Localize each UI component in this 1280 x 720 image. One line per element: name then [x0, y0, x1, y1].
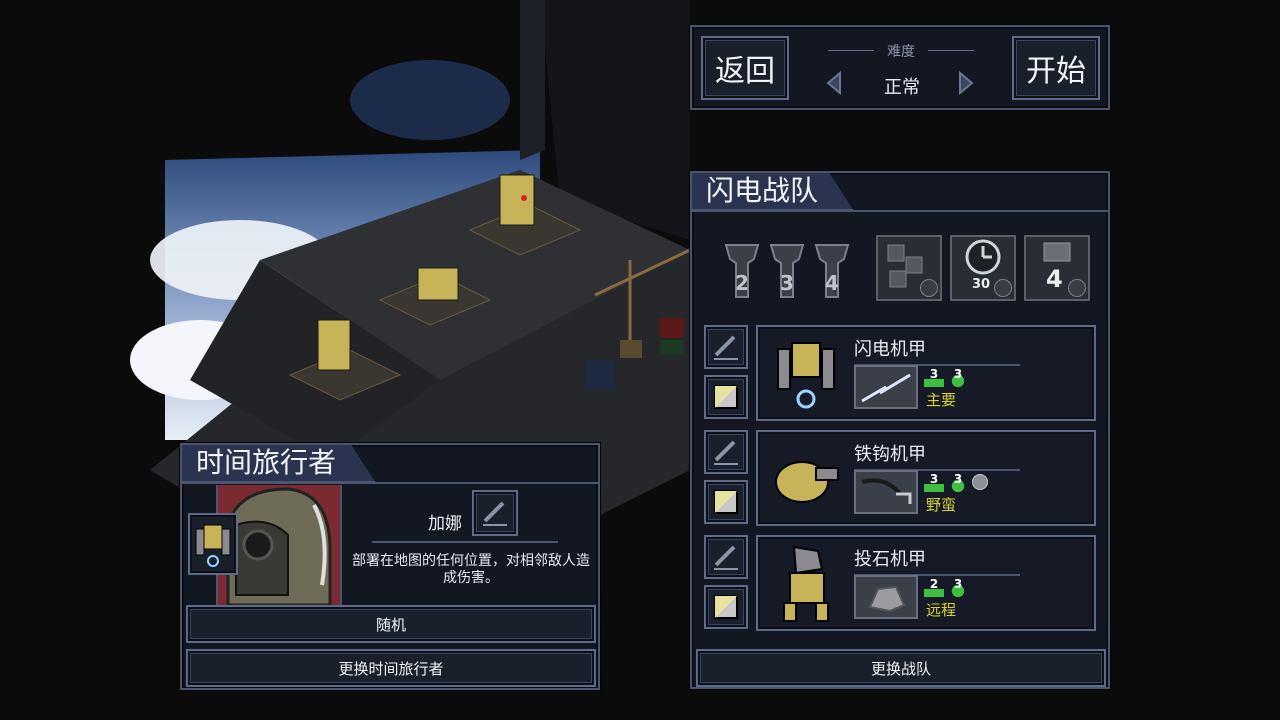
pencil-icon — [714, 335, 738, 360]
timer-value: 30 — [972, 277, 991, 292]
armor-icon — [972, 474, 988, 490]
info-badge-icon — [1068, 279, 1086, 297]
difficulty-label: 难度 — [828, 41, 974, 61]
mech-name: 投石机甲 — [854, 545, 1020, 576]
squad-title: 闪电战队 — [690, 171, 854, 211]
pilot-rank-4-icon: 4 — [814, 244, 850, 298]
hook-mech-sprite-icon — [775, 461, 839, 503]
edit-pilot-button[interactable] — [704, 430, 748, 474]
repair-stat: 3 — [948, 577, 968, 597]
mech-class: 野蛮 — [926, 496, 957, 514]
paint-button[interactable] — [704, 480, 748, 524]
mech-name: 闪电机甲 — [854, 335, 1020, 366]
repair-stat: 3 — [948, 367, 968, 387]
rank-4-label: 4 — [825, 271, 839, 295]
divider — [692, 210, 1108, 212]
move-stat: 2 — [924, 577, 944, 597]
arrow-left-icon[interactable] — [826, 71, 842, 95]
move-stat: 3 — [924, 367, 944, 387]
difficulty-panel: 返回 难度 正常 开始 — [690, 25, 1110, 110]
mech-count-value: 4 — [1046, 265, 1063, 293]
mech-card[interactable]: 闪电机甲 3 3 主要 — [756, 325, 1096, 421]
mech-row: 闪电机甲 3 3 主要 — [704, 325, 1096, 421]
grappling-hook-icon[interactable] — [854, 470, 918, 514]
color-swatch-icon — [714, 385, 738, 409]
pilot-name: 加娜 — [428, 514, 462, 534]
pilot-rank-2-icon: 2 — [724, 244, 760, 298]
time-traveler-panel: 时间旅行者 加娜 部署在地图的任何位置，对相邻敌人造成伤害。 随机 更换时间旅行… — [180, 443, 600, 690]
edit-pilot-button[interactable] — [704, 535, 748, 579]
random-button[interactable]: 随机 — [186, 605, 596, 643]
pencil-icon — [483, 501, 507, 526]
pilot-rank-3-icon: 3 — [769, 244, 805, 298]
back-button[interactable]: 返回 — [701, 36, 789, 100]
move-stat: 3 — [924, 472, 944, 492]
mech-class: 主要 — [926, 391, 957, 409]
paint-button[interactable] — [704, 375, 748, 419]
squad-panel: 闪电战队 2 3 4 30 4 闪电机甲 3 3 主要 铁钩机甲 3 3 野蛮 … — [690, 171, 1110, 689]
time-traveler-title: 时间旅行者 — [180, 443, 376, 483]
map-grid-icon[interactable] — [876, 235, 942, 301]
arrow-right-icon[interactable] — [958, 71, 974, 95]
mech-count-icon[interactable]: 4 — [1024, 235, 1090, 301]
info-badge-icon — [920, 279, 938, 297]
rank-3-label: 3 — [780, 271, 794, 295]
info-badge-icon — [994, 279, 1012, 297]
lightning-whip-icon[interactable] — [854, 365, 918, 409]
color-swatch-icon — [714, 595, 738, 619]
mech-mini-icon[interactable] — [188, 513, 238, 575]
start-button[interactable]: 开始 — [1012, 36, 1100, 100]
mech-card[interactable]: 铁钩机甲 3 3 野蛮 — [756, 430, 1096, 526]
change-squad-button[interactable]: 更换战队 — [696, 649, 1106, 687]
change-time-traveler-button[interactable]: 更换时间旅行者 — [186, 649, 596, 687]
mech-card[interactable]: 投石机甲 2 3 远程 — [756, 535, 1096, 631]
divider — [182, 482, 598, 484]
difficulty-value: 正常 — [884, 77, 920, 98]
repair-stat: 3 — [948, 472, 968, 492]
edit-pilot-button[interactable] — [704, 325, 748, 369]
pencil-icon — [714, 440, 738, 465]
boulder-mech-sprite-icon — [783, 545, 829, 622]
pulse-mech-sprite-icon — [777, 342, 835, 409]
divider — [372, 541, 558, 543]
mech-row: 投石机甲 2 3 远程 — [704, 535, 1096, 631]
pilot-description: 部署在地图的任何位置，对相邻敌人造成伤害。 — [352, 553, 590, 586]
rename-button[interactable] — [472, 490, 518, 536]
timer-icon[interactable]: 30 — [950, 235, 1016, 301]
mech-class: 远程 — [926, 601, 957, 619]
rank-2-label: 2 — [735, 271, 749, 295]
rock-launcher-icon[interactable] — [854, 575, 918, 619]
mech-name: 铁钩机甲 — [854, 440, 1020, 471]
pencil-icon — [714, 545, 738, 570]
color-swatch-icon — [714, 490, 738, 514]
paint-button[interactable] — [704, 585, 748, 629]
mech-row: 铁钩机甲 3 3 野蛮 — [704, 430, 1096, 526]
